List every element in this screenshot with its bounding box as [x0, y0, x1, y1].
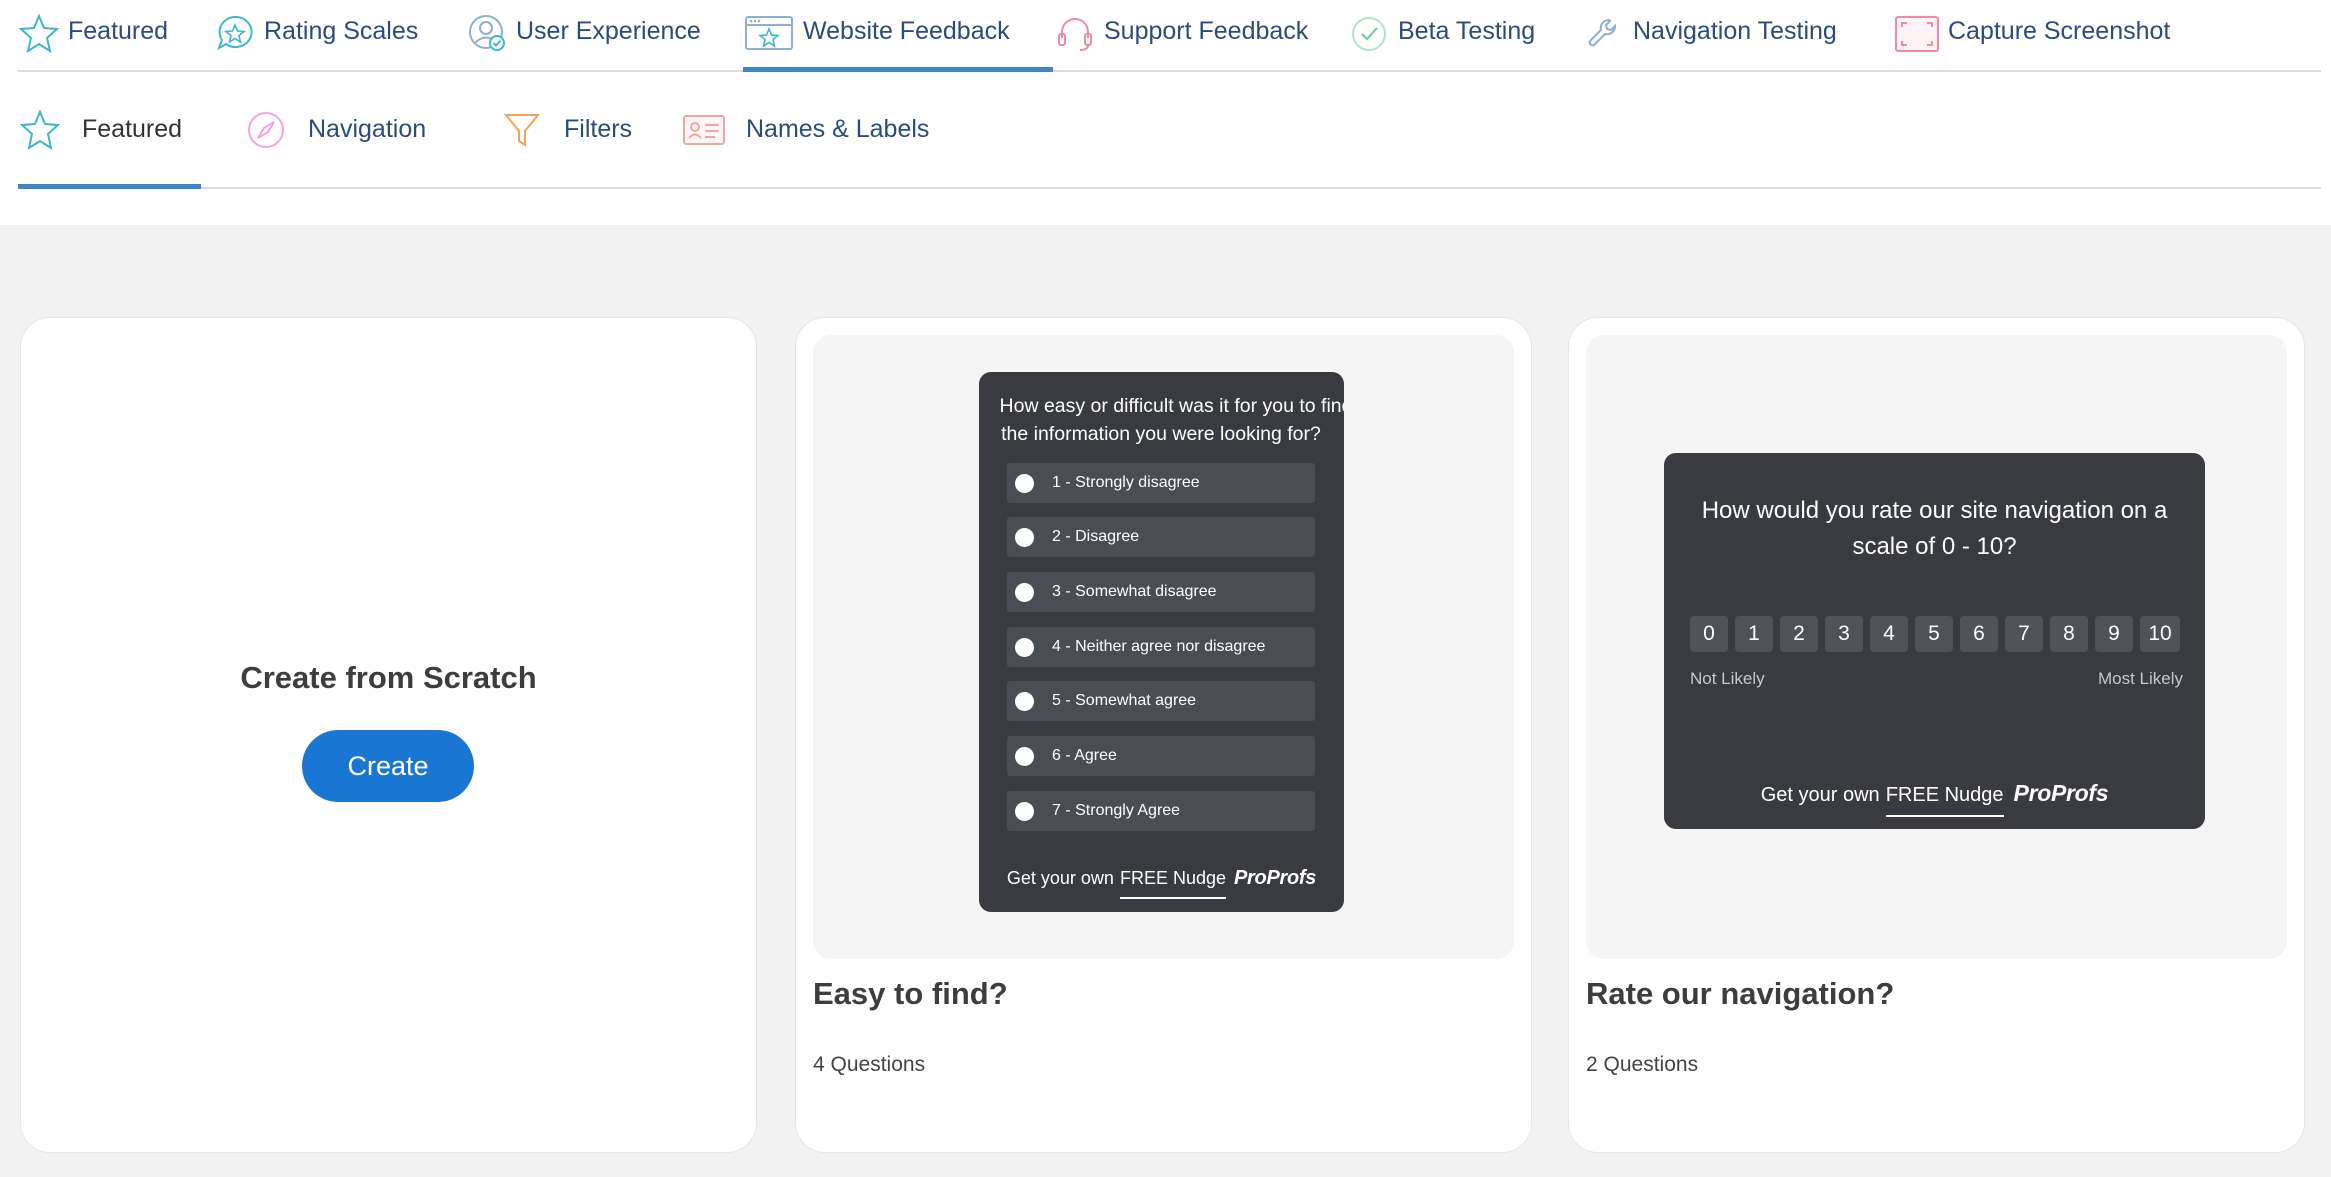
compass-icon — [248, 111, 284, 148]
scale-option: 1 — [1735, 616, 1773, 652]
template-card-easy-to-find[interactable]: How easy or difficult was it for you to … — [795, 317, 1532, 1153]
proprofs-logo: ProProfs — [1234, 867, 1317, 889]
subtab-label: Names & Labels — [746, 115, 930, 143]
template-card-rate-navigation[interactable]: How would you rate our site navigation o… — [1568, 317, 2305, 1153]
survey-widget-preview: How easy or difficult was it for you to … — [979, 372, 1344, 912]
create-from-scratch-card[interactable]: Create from Scratch Create — [20, 317, 757, 1153]
survey-option: 4 - Neither agree nor disagree — [1007, 627, 1315, 667]
subtab-label: Navigation — [308, 115, 427, 143]
tab-label: Rating Scales — [264, 17, 419, 45]
tab-label: User Experience — [516, 17, 701, 45]
template-preview: How would you rate our site navigation o… — [1586, 335, 2287, 959]
scale-option: 10 — [2140, 616, 2180, 652]
survey-widget-preview: How would you rate our site navigation o… — [1664, 453, 2205, 829]
tab-user-experience[interactable]: User Experience — [466, 0, 701, 70]
tab-label: Website Feedback — [803, 17, 1010, 45]
tab-label: Beta Testing — [1398, 17, 1536, 45]
rating-scale: 0 1 2 3 4 5 6 7 8 9 10 — [1690, 616, 2180, 652]
tab-label: Featured — [68, 17, 169, 45]
free-nudge-link: FREE Nudge — [1885, 784, 2004, 817]
survey-option: 5 - Somewhat agree — [1007, 681, 1315, 721]
create-button[interactable]: Create — [302, 730, 474, 802]
tab-website-feedback[interactable]: Website Feedback — [743, 0, 1053, 72]
question-count: 4 Questions — [813, 1053, 926, 1076]
subcategory-tab-bar: Featured Navigation Filters Names & Labe… — [18, 72, 2321, 189]
scale-high-label: Most Likely — [2097, 669, 2183, 688]
check-circle-icon — [1352, 17, 1386, 51]
user-check-icon — [469, 15, 505, 51]
screenshot-frame-icon — [1895, 16, 1939, 52]
survey-option: 3 - Somewhat disagree — [1007, 572, 1315, 612]
radio-button — [1015, 691, 1034, 711]
category-tab-bar: Featured Rating Scales User Experience W… — [18, 0, 2321, 72]
scale-option: 3 — [1825, 616, 1863, 652]
headset-icon — [1058, 18, 1092, 51]
scale-low-label: Not Likely — [1690, 669, 1765, 688]
subtab-filters[interactable]: Filters — [500, 72, 632, 187]
proprofs-logo: ProProfs — [2013, 780, 2109, 806]
template-title: Easy to find? — [813, 976, 1008, 1011]
tab-label: Navigation Testing — [1633, 17, 1837, 45]
scale-option: 5 — [1915, 616, 1953, 652]
widget-footer: Get your own FREE Nudge ProProfs — [1664, 780, 2205, 817]
radio-button — [1015, 801, 1034, 821]
template-title: Rate our navigation? — [1586, 976, 1895, 1011]
tab-featured[interactable]: Featured — [18, 0, 168, 70]
widget-footer: Get your own FREE Nudge ProProfs — [979, 867, 1344, 899]
tab-navigation-testing[interactable]: Navigation Testing — [1583, 0, 1837, 70]
scale-option: 9 — [2095, 616, 2133, 652]
survey-option: 6 - Agree — [1007, 736, 1315, 776]
scale-option: 7 — [2005, 616, 2043, 652]
scale-option: 0 — [1690, 616, 1728, 652]
radio-button — [1015, 582, 1034, 602]
subtab-featured[interactable]: Featured — [18, 72, 201, 189]
survey-option: 1 - Strongly disagree — [1007, 463, 1315, 503]
survey-option: 7 - Strongly Agree — [1007, 791, 1315, 831]
question-count: 2 Questions — [1586, 1053, 1699, 1076]
subtab-label: Featured — [82, 115, 183, 143]
star-icon — [18, 13, 60, 54]
star-icon — [19, 108, 61, 150]
tab-capture-screenshot[interactable]: Capture Screenshot — [1894, 0, 2170, 70]
radio-button — [1015, 746, 1034, 766]
survey-option: 2 - Disagree — [1007, 517, 1315, 557]
free-nudge-link: FREE Nudge — [1119, 868, 1227, 899]
id-card-icon — [683, 114, 725, 145]
tab-label: Capture Screenshot — [1948, 17, 2171, 45]
funnel-icon — [503, 113, 541, 147]
subtab-navigation[interactable]: Navigation — [244, 72, 426, 187]
scale-option: 4 — [1870, 616, 1908, 652]
browser-star-icon — [745, 16, 793, 50]
tab-label: Support Feedback — [1104, 17, 1309, 45]
tab-support-feedback[interactable]: Support Feedback — [1054, 0, 1308, 70]
scale-option: 8 — [2050, 616, 2088, 652]
radio-button — [1015, 473, 1034, 493]
radio-button — [1015, 527, 1034, 547]
survey-question: How would you rate our site navigation o… — [1701, 497, 2168, 560]
subtab-names-labels[interactable]: Names & Labels — [682, 72, 929, 187]
scale-option: 2 — [1780, 616, 1818, 652]
tab-rating-scales[interactable]: Rating Scales — [214, 0, 418, 70]
template-gallery: Create from Scratch Create How easy or d… — [0, 225, 2331, 1177]
radio-button — [1015, 637, 1034, 657]
scale-option: 6 — [1960, 616, 1998, 652]
wrench-icon — [1588, 19, 1616, 47]
subtab-label: Filters — [564, 115, 633, 143]
template-preview: How easy or difficult was it for you to … — [813, 335, 1514, 959]
tab-beta-testing[interactable]: Beta Testing — [1348, 0, 1535, 70]
scratch-card-title: Create from Scratch — [240, 660, 537, 695]
star-chat-icon — [217, 15, 253, 51]
survey-question: How easy or difficult was it for you to … — [999, 395, 1344, 445]
